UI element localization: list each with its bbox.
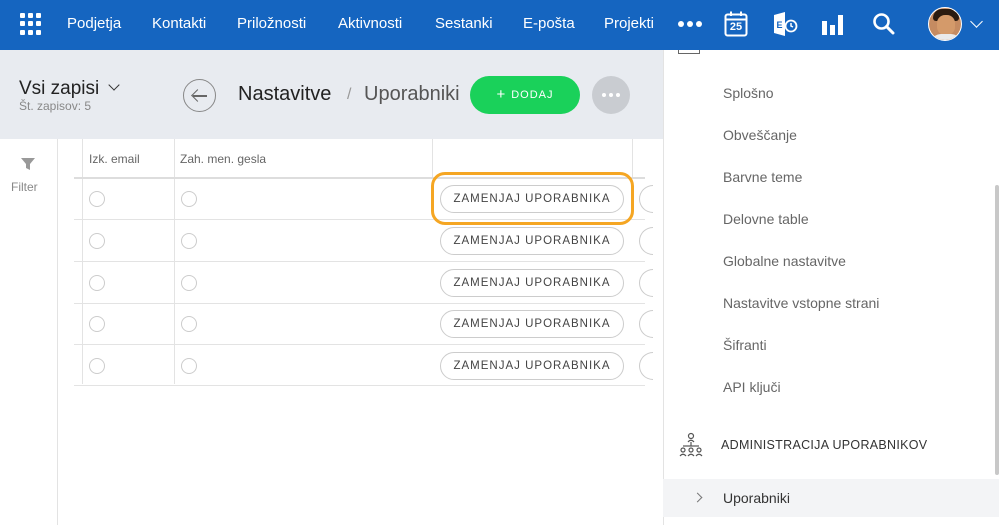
row-divider [74, 303, 645, 304]
settings-item-sifranti[interactable]: Šifranti [723, 337, 767, 353]
settings-item-delovne-table[interactable]: Delovne table [723, 211, 809, 227]
svg-text:E: E [777, 20, 783, 30]
switch-user-button[interactable]: ZAMENJAJ UPORABNIKA [440, 310, 624, 338]
settings-section-icon [678, 50, 700, 54]
nav-item-eposta[interactable]: E-pošta [523, 0, 575, 50]
filter-label[interactable]: Filter [11, 180, 38, 194]
row-action-button[interactable] [639, 352, 653, 380]
row-divider [74, 385, 645, 386]
zah-men-gesla-radio[interactable] [181, 358, 197, 374]
view-selector-title[interactable]: Vsi zapisi [19, 78, 99, 100]
row-action-button[interactable] [639, 310, 653, 338]
nav-item-priloznosti[interactable]: Priložnosti [237, 0, 306, 50]
more-actions-button[interactable] [592, 76, 630, 114]
breadcrumb-users: Uporabniki [364, 83, 460, 105]
settings-item-nastavitve-vstopne-strani[interactable]: Nastavitve vstopne strani [723, 295, 879, 311]
chevron-down-icon[interactable] [970, 15, 983, 28]
plus-icon: + [496, 86, 507, 103]
settings-item-globalne-nastavitve[interactable]: Globalne nastavitve [723, 253, 846, 269]
zah-men-gesla-radio[interactable] [181, 191, 197, 207]
izk-email-radio[interactable] [89, 191, 105, 207]
panel-scrollbar[interactable] [995, 185, 999, 475]
switch-user-button[interactable]: ZAMENJAJ UPORABNIKA [440, 269, 624, 297]
row-action-button[interactable] [639, 227, 653, 255]
settings-panel [663, 50, 999, 525]
nav-item-kontakti[interactable]: Kontakti [152, 0, 206, 50]
zah-men-gesla-radio[interactable] [181, 233, 197, 249]
izk-email-radio[interactable] [89, 275, 105, 291]
settings-item-barvne-teme[interactable]: Barvne teme [723, 169, 802, 185]
zah-men-gesla-radio[interactable] [181, 316, 197, 332]
settings-item-api-kljuci[interactable]: API ključi [723, 379, 781, 395]
nav-item-podjetja[interactable]: Podjetja [67, 0, 121, 50]
settings-item-splosno[interactable]: Splošno [723, 85, 774, 101]
izk-email-radio[interactable] [89, 358, 105, 374]
user-avatar[interactable] [928, 7, 962, 41]
settings-item-uporabniki-row[interactable] [663, 479, 999, 517]
exchange-icon[interactable]: E [772, 11, 798, 37]
more-icon[interactable] [678, 21, 702, 27]
column-header-izk-email[interactable]: Izk. email [89, 152, 140, 166]
column-divider [632, 139, 633, 179]
back-button[interactable] [183, 79, 216, 112]
breadcrumb-settings[interactable]: Nastavitve [238, 83, 331, 106]
row-action-button[interactable] [639, 269, 653, 297]
add-button[interactable]: + DODAJ [470, 76, 580, 114]
nav-item-projekti[interactable]: Projekti [604, 0, 654, 50]
izk-email-radio[interactable] [89, 316, 105, 332]
search-icon[interactable] [872, 11, 896, 37]
switch-user-button[interactable]: ZAMENJAJ UPORABNIKA [440, 352, 624, 380]
zah-men-gesla-radio[interactable] [181, 275, 197, 291]
record-count: Št. zapisov: 5 [19, 99, 92, 113]
section-title-user-admin: ADMINISTRACIJA UPORABNIKOV [721, 438, 928, 452]
column-divider [432, 139, 433, 179]
nav-item-aktivnosti[interactable]: Aktivnosti [338, 0, 402, 50]
switch-user-button[interactable]: ZAMENJAJ UPORABNIKA [440, 227, 624, 255]
calendar-icon[interactable]: 25 [724, 11, 748, 37]
breadcrumb-separator: / [347, 86, 352, 103]
row-divider [74, 261, 645, 262]
top-navigation-bar: Podjetja Kontakti Priložnosti Aktivnosti… [0, 0, 999, 50]
highlight-outline [431, 172, 634, 225]
column-header-zah-men-gesla[interactable]: Zah. men. gesla [180, 152, 266, 166]
nav-item-sestanki[interactable]: Sestanki [435, 0, 493, 50]
settings-item-uporabniki[interactable]: Uporabniki [723, 490, 790, 506]
settings-item-obvescanje[interactable]: Obveščanje [723, 127, 797, 143]
row-action-button[interactable] [639, 185, 653, 213]
reports-icon[interactable] [821, 11, 845, 37]
calendar-day-number: 25 [729, 21, 743, 33]
user-admin-icon [678, 432, 704, 458]
filter-sidebar [0, 139, 58, 525]
izk-email-radio[interactable] [89, 233, 105, 249]
apps-grid-icon[interactable] [20, 13, 42, 35]
row-divider [74, 344, 645, 345]
filter-icon[interactable] [20, 156, 36, 172]
